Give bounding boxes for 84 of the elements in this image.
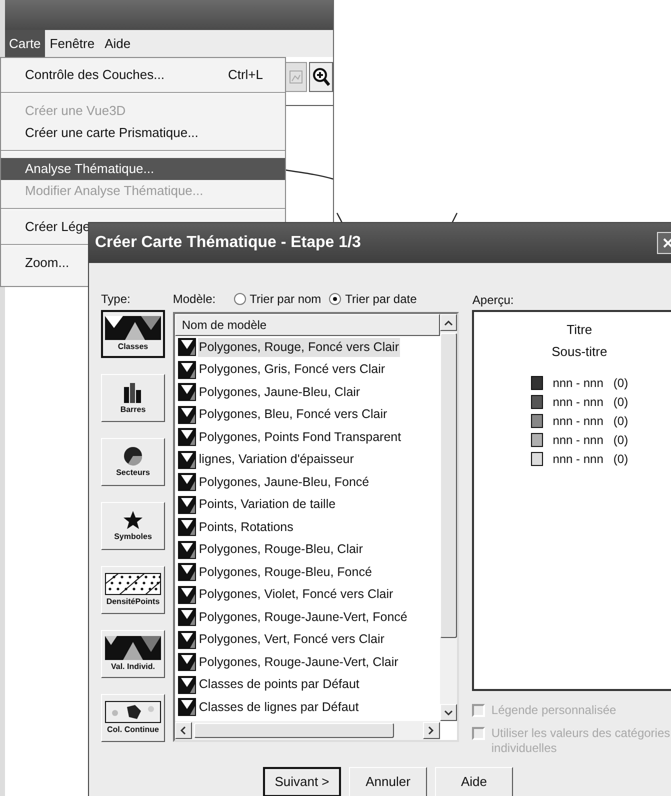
type-button[interactable]: Classes [101,310,165,358]
model-row[interactable]: Classes de lignes par Défaut [174,696,440,718]
dialog-button[interactable]: Suivant > [263,767,341,796]
model-row[interactable]: Polygones, Jaune-Bleu, Clair [174,381,440,404]
legend-range: nnn - nnn [552,375,604,392]
model-row[interactable]: Polygones, Rouge-Jaune-Vert, Clair [174,651,440,674]
legend-range: nnn - nnn [552,394,604,411]
menu-bar-item[interactable]: Carte [5,30,45,57]
classes-icon [105,316,161,340]
menu-bar-item[interactable]: Aide [100,30,136,57]
model-row[interactable]: lignes, Variation d'épaisseur [174,448,440,471]
dialog-title: Créer Carte Thématique - Etape 1/3 [95,233,361,253]
type-button[interactable]: Barres [101,374,165,422]
model-row[interactable]: Polygones, Violet, Foncé vers Clair [174,584,440,606]
pie-chart-icon [123,446,143,466]
sort-radio[interactable]: Trier par nom [234,290,322,308]
type-button[interactable]: Val. Individ. [101,630,165,678]
pattern-icon [178,360,196,379]
preview-title: Titre [566,321,592,339]
legend-range: nnn - nnn [552,432,604,449]
pattern-icon [178,406,196,424]
bar-chart-icon [123,381,143,403]
pattern-icon [178,428,196,446]
scroll-thumb[interactable] [440,333,457,638]
scroll-thumb[interactable] [194,723,394,738]
model-row[interactable]: Points, Variation de taille [174,494,440,516]
model-row[interactable]: Polygones, Bleu, Foncé vers Clair [174,404,440,426]
legend-count: (0) [613,375,628,392]
type-button[interactable]: Col. Continue [101,694,165,742]
scroll-left-icon[interactable] [174,722,192,739]
model-row[interactable]: Polygones, Rouge-Bleu, Foncé [174,561,440,584]
star-icon [123,510,143,530]
pattern-icon [178,608,196,626]
pattern-icon [178,450,196,469]
pattern-icon [178,338,196,356]
model-row[interactable]: Polygones, Rouge-Bleu, Clair [174,538,440,561]
legend-count: (0) [613,451,628,468]
pattern-icon [178,383,196,402]
pattern-icon [178,586,196,604]
pattern-icon [178,540,196,559]
model-row[interactable]: Points, Rotations [174,516,440,538]
sort-radio[interactable]: Trier par date [329,290,417,308]
pattern-icon [178,563,196,582]
model-row[interactable]: Classes de points par Défaut [174,674,440,696]
horizontal-scrollbar[interactable] [174,721,440,740]
legend-count: (0) [613,413,628,430]
menu-item[interactable]: Analyse Thématique... [1,158,285,180]
menu-bar-item[interactable]: Fenêtre [44,30,100,57]
legend-count: (0) [613,432,628,449]
dialog-button[interactable]: Annuler [349,767,427,796]
type-button[interactable]: Secteurs [101,438,165,486]
scroll-down-icon[interactable] [440,704,457,721]
zoom-in-icon[interactable] [309,62,333,92]
pattern-icon [178,653,196,672]
scroll-up-icon[interactable] [440,314,457,331]
legend-range: nnn - nnn [552,451,604,468]
dialog-button[interactable]: Aide [435,767,513,796]
dot-pattern-icon [105,573,161,595]
model-row[interactable]: Polygones, Jaune-Bleu, Foncé [174,471,440,494]
model-row[interactable]: Polygones, Gris, Foncé vers Clair [174,358,440,381]
legend-count: (0) [613,394,628,411]
model-row[interactable]: Polygones, Vert, Foncé vers Clair [174,628,440,651]
menu-item[interactable]: Créer une carte Prismatique... [1,122,285,144]
scroll-right-icon[interactable] [422,722,440,739]
type-button[interactable]: Symboles [101,502,165,550]
pattern-icon [178,518,196,536]
model-row[interactable]: Polygones, Rouge-Jaune-Vert, Foncé [174,606,440,628]
regions-icon [105,636,161,660]
model-label: Modèle: [172,291,216,308]
vertical-scrollbar[interactable] [440,314,457,721]
pattern-icon [178,676,196,694]
pattern-icon [178,698,196,716]
menu-item[interactable]: Contrôle des Couches... Ctrl+L [1,64,285,86]
pattern-icon [178,630,196,649]
legend-range: nnn - nnn [552,413,604,430]
preview-label: Aperçu: [472,292,515,309]
shaded-map-icon [105,701,161,723]
pattern-icon [178,473,196,492]
type-button[interactable]: DensitéPoints [101,566,165,614]
type-label: Type: [101,291,132,308]
column-header[interactable]: Nom de modèle [174,314,440,336]
pattern-icon [178,496,196,514]
preview-subtitle: Sous-titre [552,342,608,360]
model-row[interactable]: Polygones, Points Fond Transparent [174,426,440,448]
